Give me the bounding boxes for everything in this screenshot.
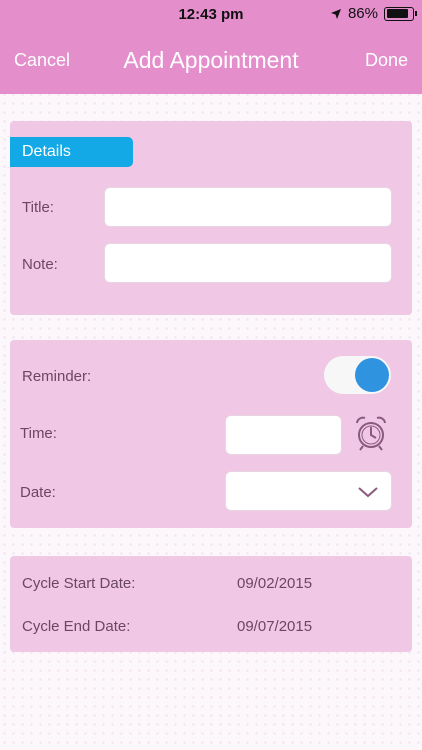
title-label: Title: [22,199,54,216]
cycle-start-value: 09/02/2015 [237,575,313,592]
battery-fill [386,9,408,18]
date-select[interactable] [225,471,392,511]
details-tab: Details [10,137,133,167]
header-bar: 12:43 pm 86% Cancel Add Appointment Done [0,0,422,94]
reminder-card: Reminder: Time: Date: [10,340,412,528]
battery-percent: 86% [347,5,378,22]
reminder-toggle[interactable] [324,356,391,394]
status-bar: 12:43 pm 86% [0,0,422,30]
time-label: Time: [20,425,57,442]
done-button[interactable]: Done [365,50,408,71]
location-arrow-icon [330,8,341,19]
cycle-start-label: Cycle Start Date: [22,575,136,592]
note-label: Note: [22,256,58,273]
note-input[interactable] [104,243,392,283]
details-card: Details Title: Note: [10,121,412,315]
status-right: 86% [330,5,417,22]
battery-icon [384,6,417,21]
page-title: Add Appointment [123,47,299,73]
time-input[interactable] [225,415,342,455]
cycle-end-label: Cycle End Date: [22,618,131,635]
alarm-clock-icon[interactable] [354,413,388,453]
date-label: Date: [20,484,56,501]
cycle-card: Cycle Start Date: 09/02/2015 Cycle End D… [10,556,412,652]
toggle-knob [355,358,389,392]
reminder-label: Reminder: [22,368,92,385]
chevron-down-icon [358,487,378,498]
cycle-end-value: 09/07/2015 [237,618,313,635]
title-input[interactable] [104,187,392,227]
